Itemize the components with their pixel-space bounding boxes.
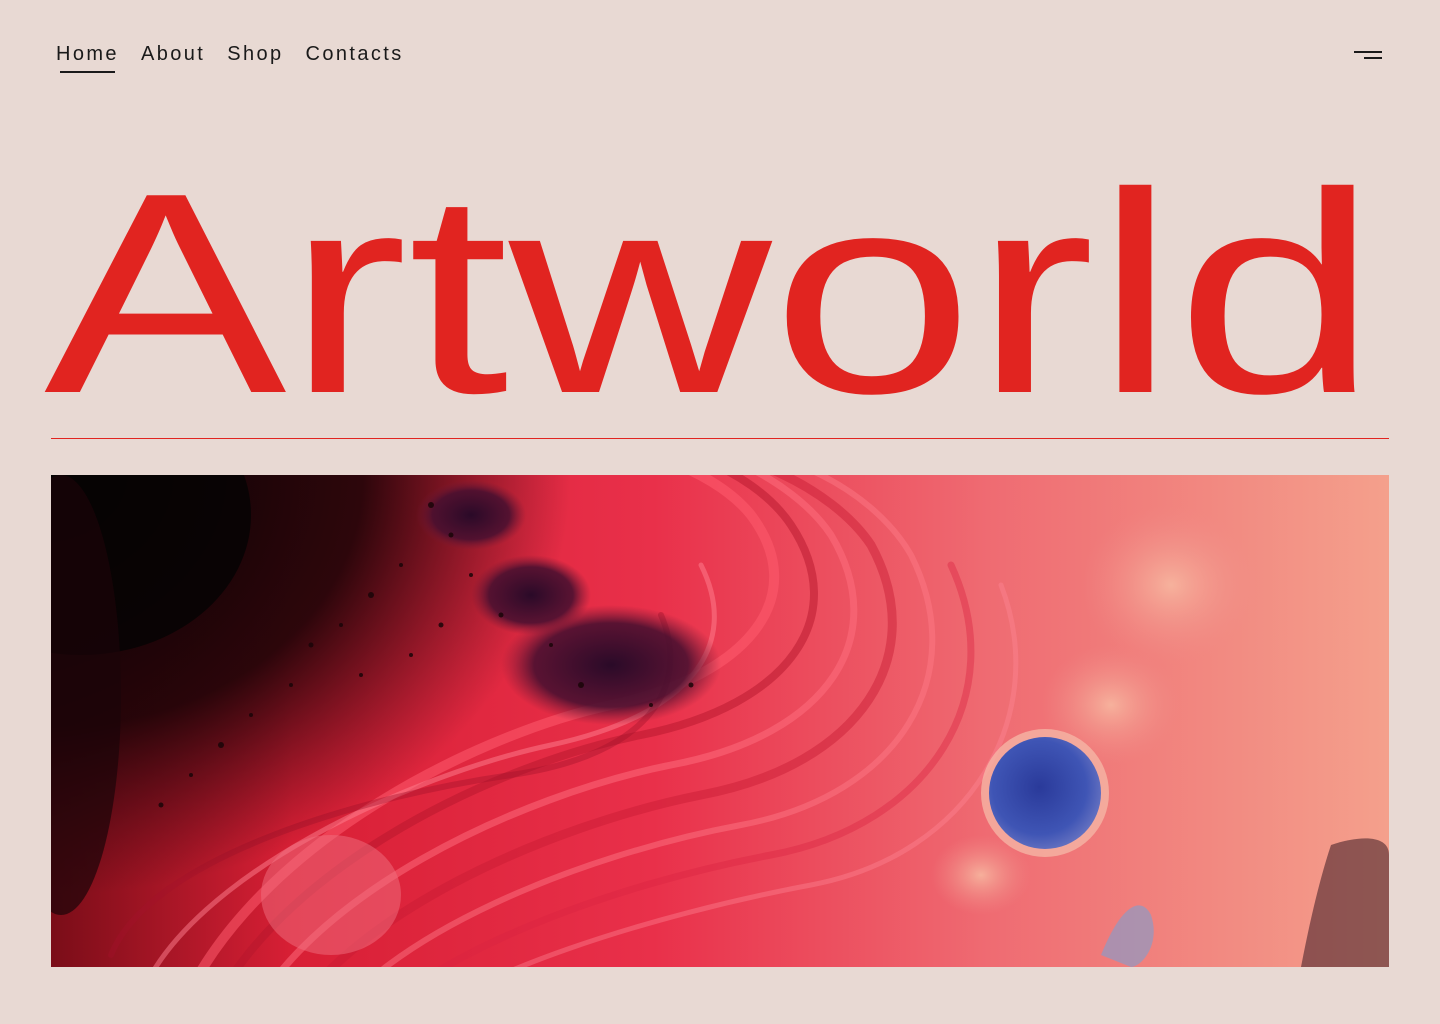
nav-item-shop[interactable]: Shop (227, 40, 283, 68)
menu-bar-bottom (1364, 57, 1382, 59)
abstract-fluid-art-image (51, 475, 1389, 967)
main-nav: Home About Shop Contacts (56, 40, 404, 73)
hamburger-menu-icon[interactable] (1352, 46, 1384, 66)
nav-item-about[interactable]: About (141, 40, 205, 68)
hero-title: Artworld (44, 148, 1396, 418)
nav-item-home[interactable]: Home (56, 40, 119, 73)
menu-bar-top (1354, 51, 1382, 53)
hero-title-text: Artworld (44, 148, 1378, 418)
hero-divider (51, 438, 1389, 439)
nav-item-contacts[interactable]: Contacts (306, 40, 404, 68)
